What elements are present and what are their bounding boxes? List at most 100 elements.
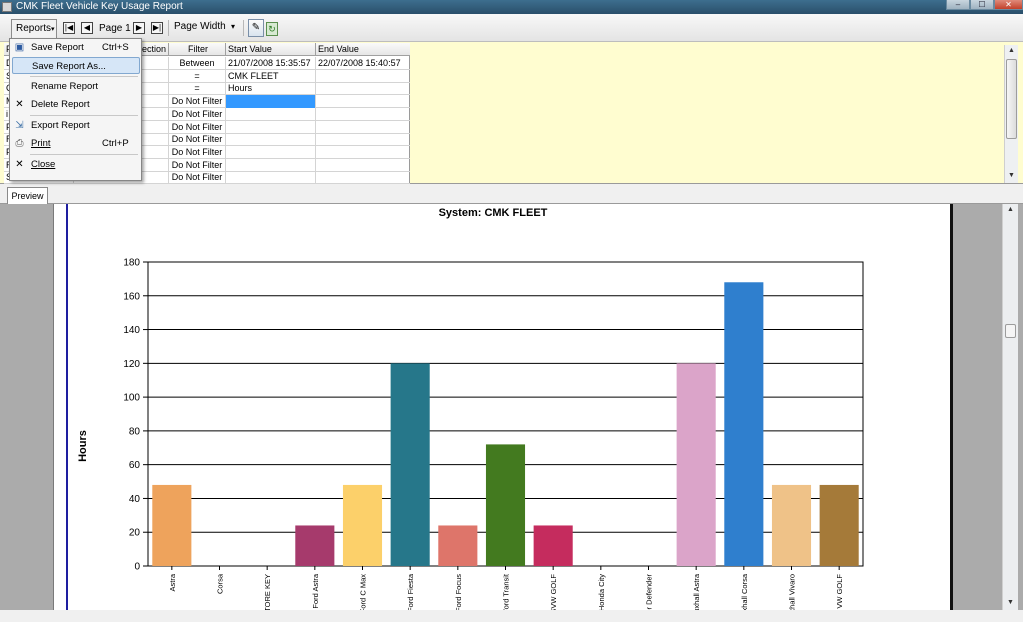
x-tick-label: Ford Fiesta xyxy=(406,573,415,610)
start-value-cell[interactable] xyxy=(226,107,316,121)
maximize-button[interactable]: ☐ xyxy=(970,0,994,10)
bar xyxy=(724,282,764,566)
tab-strip: Preview xyxy=(0,184,1023,204)
x-tick-label: er Defender xyxy=(645,574,654,610)
start-value-cell[interactable]: 21/07/2008 15:35:57 xyxy=(226,57,316,70)
filter-cell[interactable]: Do Not Filter xyxy=(169,133,226,147)
end-value-cell[interactable] xyxy=(316,171,410,184)
menu-item-print[interactable]: ⎙ Print Ctrl+P xyxy=(10,135,141,152)
filter-cell[interactable]: Do Not Filter xyxy=(169,145,226,159)
y-tick-label: 120 xyxy=(123,359,140,370)
end-value-cell[interactable] xyxy=(316,121,410,134)
header-end-value[interactable]: End Value xyxy=(316,43,410,56)
x-tick-label: VW GOLF xyxy=(835,574,844,609)
menu-item-rename-report[interactable]: Rename Report xyxy=(10,78,141,95)
reports-menu-button[interactable]: Reports▾ xyxy=(11,19,57,39)
end-value-cell[interactable] xyxy=(316,133,410,146)
menu-item-label: Rename Report xyxy=(31,81,99,92)
filter-cell[interactable]: = xyxy=(169,82,226,96)
chart-bars xyxy=(152,282,859,566)
y-tick-label: 0 xyxy=(134,562,140,573)
first-page-icon[interactable]: |◀ xyxy=(63,22,75,34)
end-value-cell[interactable] xyxy=(316,70,410,83)
x-axis-ticks: Astra Corsa TORE KEY Ford Astra Ford C Max Fo… xyxy=(168,566,844,610)
scroll-thumb[interactable] xyxy=(1006,59,1017,139)
end-value-cell[interactable] xyxy=(316,82,410,95)
bar xyxy=(485,444,526,566)
y-axis-ticks: 0 20 40 60 80 100 120 140 160 180 xyxy=(123,258,148,573)
next-page-icon[interactable]: ▶ xyxy=(133,22,145,34)
bar xyxy=(342,484,383,566)
x-tick-label: Honda City xyxy=(597,574,606,610)
start-value-cell[interactable] xyxy=(226,171,316,185)
bar-chart: System: CMK FLEET Hours 0 20 40 60 80 100 120 1… xyxy=(77,207,864,610)
x-tick-label: Astra xyxy=(168,573,177,591)
y-tick-label: 180 xyxy=(123,258,140,269)
menu-item-delete-report[interactable]: ✕ Delete Report xyxy=(10,96,141,113)
zoom-dropdown-icon[interactable]: ▾ xyxy=(226,20,240,34)
filter-cell[interactable]: Do Not Filter xyxy=(169,171,226,185)
end-value-cell[interactable] xyxy=(316,108,410,121)
zoom-select[interactable]: Page Width xyxy=(174,21,226,32)
filter-cell[interactable]: Do Not Filter xyxy=(169,120,226,134)
bar xyxy=(295,525,335,566)
tab-preview[interactable]: Preview xyxy=(7,187,48,204)
bar xyxy=(676,363,716,566)
toolbar: Reports▾ |◀ ◀ Page 1 ▶ ▶| Page Width ▾ ✎… xyxy=(0,14,1023,42)
toolbar-separator xyxy=(168,20,169,36)
end-value-cell[interactable]: 22/07/2008 15:40:57 xyxy=(316,57,410,70)
x-tick-label: uxhall Vivaro xyxy=(788,574,797,610)
filter-cell[interactable]: Between xyxy=(169,57,226,70)
x-tick-label: TORE KEY xyxy=(263,574,272,610)
start-value-cell[interactable] xyxy=(226,133,316,147)
start-value-cell[interactable] xyxy=(226,95,316,109)
close-window-button[interactable]: ✕ xyxy=(994,0,1023,10)
criteria-panel: F ection Filter Start Value End Value DB… xyxy=(0,42,1023,185)
y-axis-label: Hours xyxy=(77,430,89,462)
page-indicator: Page 1 xyxy=(99,23,131,34)
refresh-icon[interactable]: ↻ xyxy=(266,22,278,36)
end-value-cell[interactable] xyxy=(316,146,410,159)
x-tick-label: uxhall Corsa xyxy=(740,573,749,610)
scroll-down-icon[interactable]: ▼ xyxy=(1005,170,1018,182)
minimize-button[interactable]: – xyxy=(946,0,970,10)
header-start-value[interactable]: Start Value xyxy=(226,43,316,56)
x-tick-label: Ford Focus xyxy=(454,574,463,610)
start-value-cell[interactable] xyxy=(226,120,316,134)
bottom-strip xyxy=(0,610,1023,622)
menu-item-label: Close xyxy=(31,159,56,170)
filter-cell[interactable]: Do Not Filter xyxy=(169,158,226,172)
y-tick-label: 140 xyxy=(123,325,140,336)
bar xyxy=(438,525,478,566)
bar xyxy=(152,484,192,566)
menu-separator xyxy=(30,115,138,116)
previous-page-icon[interactable]: ◀ xyxy=(81,22,93,34)
menu-item-label: Save Report xyxy=(31,42,84,53)
y-tick-label: 60 xyxy=(129,460,141,471)
x-tick-label: uxhall Astra xyxy=(692,573,701,610)
y-tick-label: 160 xyxy=(123,291,140,302)
filter-cell[interactable]: Do Not Filter xyxy=(169,107,226,121)
menu-item-save-report-as[interactable]: Save Report As... xyxy=(12,57,140,74)
menu-item-label: Print xyxy=(31,138,51,149)
y-tick-label: 80 xyxy=(129,426,141,437)
start-value-cell[interactable]: Hours xyxy=(226,82,316,96)
end-value-cell[interactable] xyxy=(316,159,410,172)
end-value-cell[interactable] xyxy=(316,95,410,108)
filter-cell[interactable]: = xyxy=(169,69,226,83)
menu-item-save-report[interactable]: ▣ Save Report Ctrl+S xyxy=(10,39,141,56)
start-value-cell[interactable] xyxy=(226,145,316,159)
edit-criteria-icon[interactable]: ✎ xyxy=(248,19,264,37)
menu-item-close[interactable]: ✕ Close xyxy=(10,156,141,173)
start-value-cell[interactable] xyxy=(226,158,316,172)
criteria-scrollbar[interactable]: ▲ ▼ xyxy=(1004,45,1018,183)
start-value-cell[interactable]: CMK FLEET xyxy=(226,69,316,83)
x-tick-label: ford Transit xyxy=(502,573,511,610)
header-filter[interactable]: Filter xyxy=(169,43,226,56)
y-tick-label: 100 xyxy=(123,393,140,404)
menu-item-export-report[interactable]: ⇲ Export Report xyxy=(10,117,141,134)
filter-cell[interactable]: Do Not Filter xyxy=(169,95,226,109)
last-page-icon[interactable]: ▶| xyxy=(151,22,163,34)
scroll-up-icon[interactable]: ▲ xyxy=(1005,45,1018,57)
menu-item-label: Delete Report xyxy=(31,99,90,110)
